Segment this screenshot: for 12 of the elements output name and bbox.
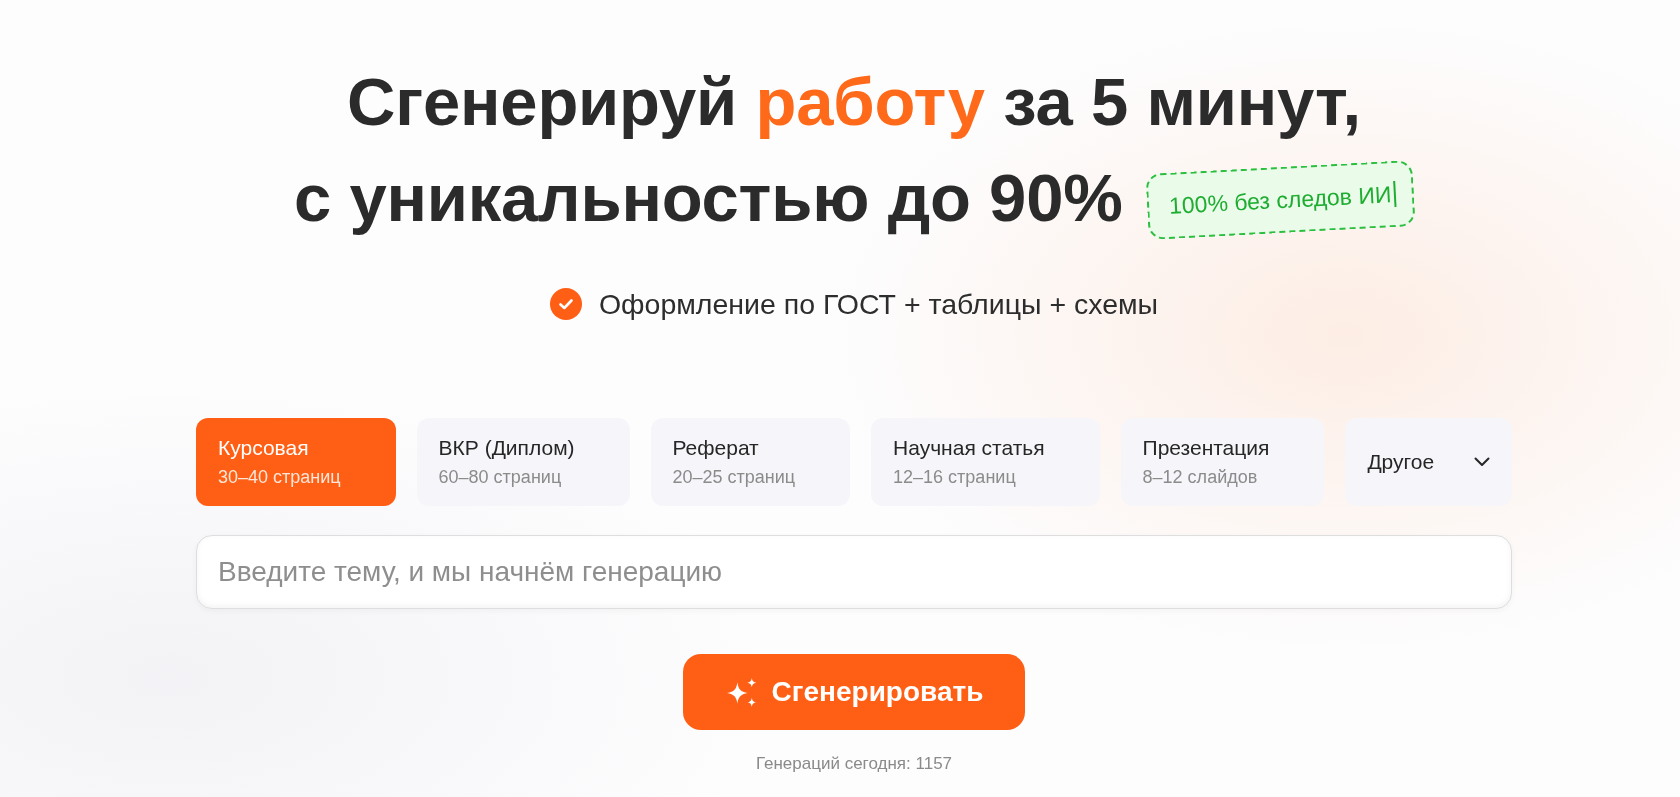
- document-type-tab[interactable]: ВКР (Диплом) 60–80 страниц: [416, 418, 630, 506]
- document-type-tab[interactable]: Научная статья 12–16 страниц: [871, 418, 1100, 506]
- more-types-dropdown[interactable]: Другое: [1345, 418, 1513, 506]
- headline: Сгенерируй работу за 5 минут,: [347, 63, 1361, 141]
- headline: с уникальностью до 90%: [293, 159, 1123, 237]
- badge-text: 100% без следов ИИ: [1168, 180, 1392, 220]
- document-type-tab[interactable]: Презентация 8–12 слайдов: [1120, 418, 1325, 506]
- generation-counter: Генераций сегодня: 1157: [755, 754, 953, 774]
- chevron-down-icon: [1474, 457, 1491, 467]
- feature-text: Оформление по ГОСТ + таблицы + схемы: [598, 287, 1159, 321]
- topic-input[interactable]: Введите тему, и мы начнём генерацию: [196, 535, 1512, 609]
- document-type-tab[interactable]: Реферат 20–25 страниц: [650, 418, 851, 506]
